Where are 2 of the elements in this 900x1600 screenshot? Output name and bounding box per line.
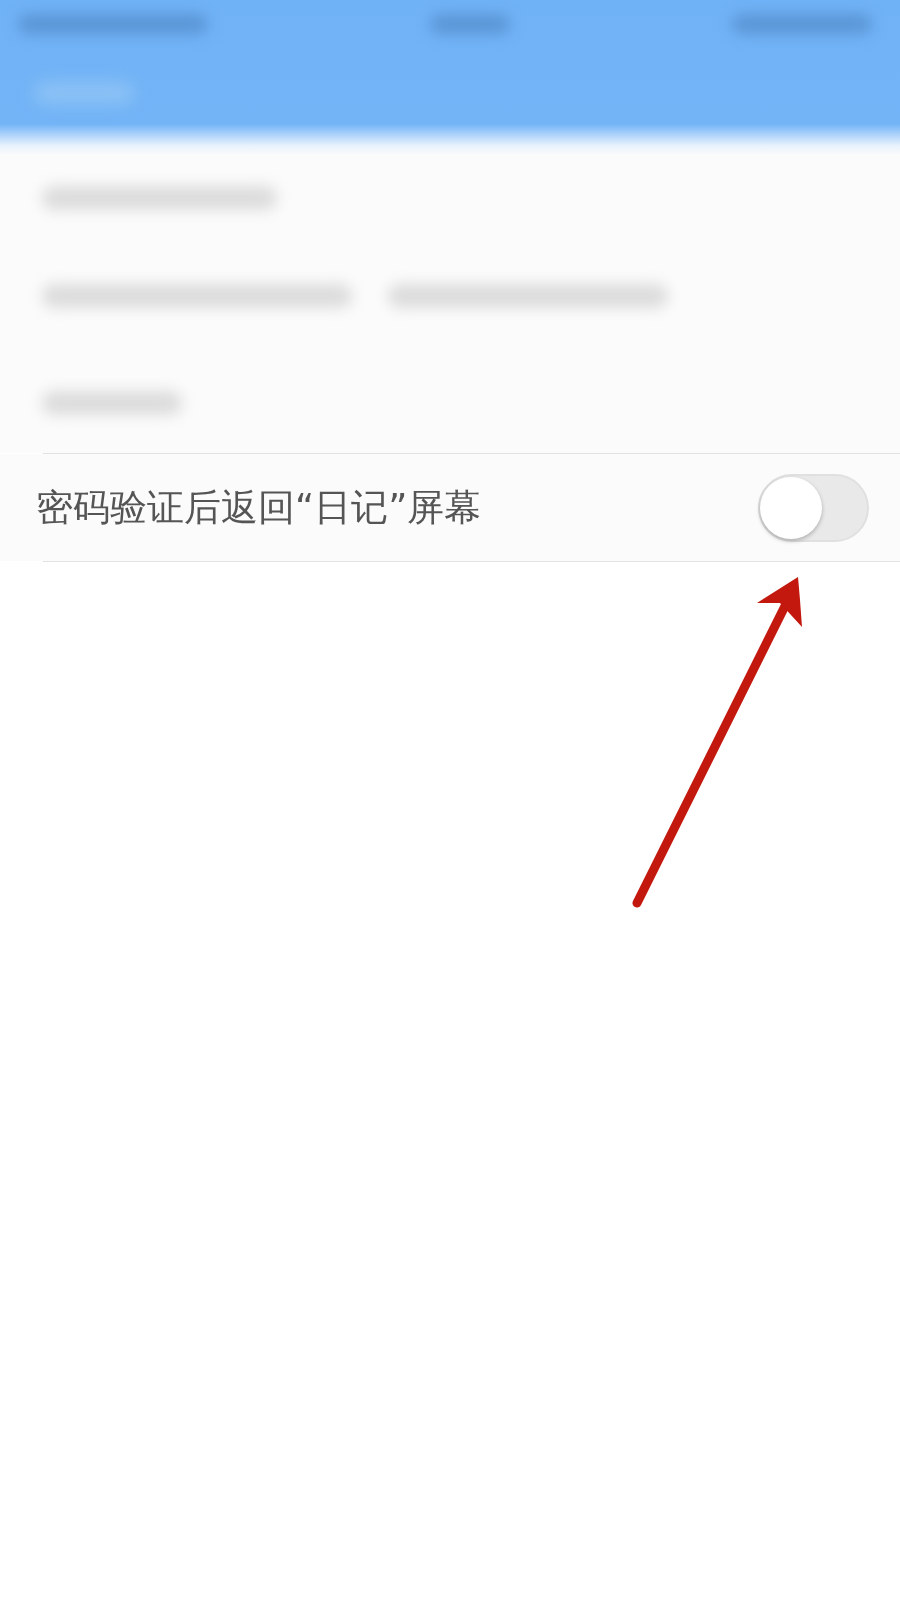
- toggle-switch[interactable]: [758, 473, 869, 542]
- setting-label: 密码验证后返回“日记”屏幕: [36, 484, 482, 531]
